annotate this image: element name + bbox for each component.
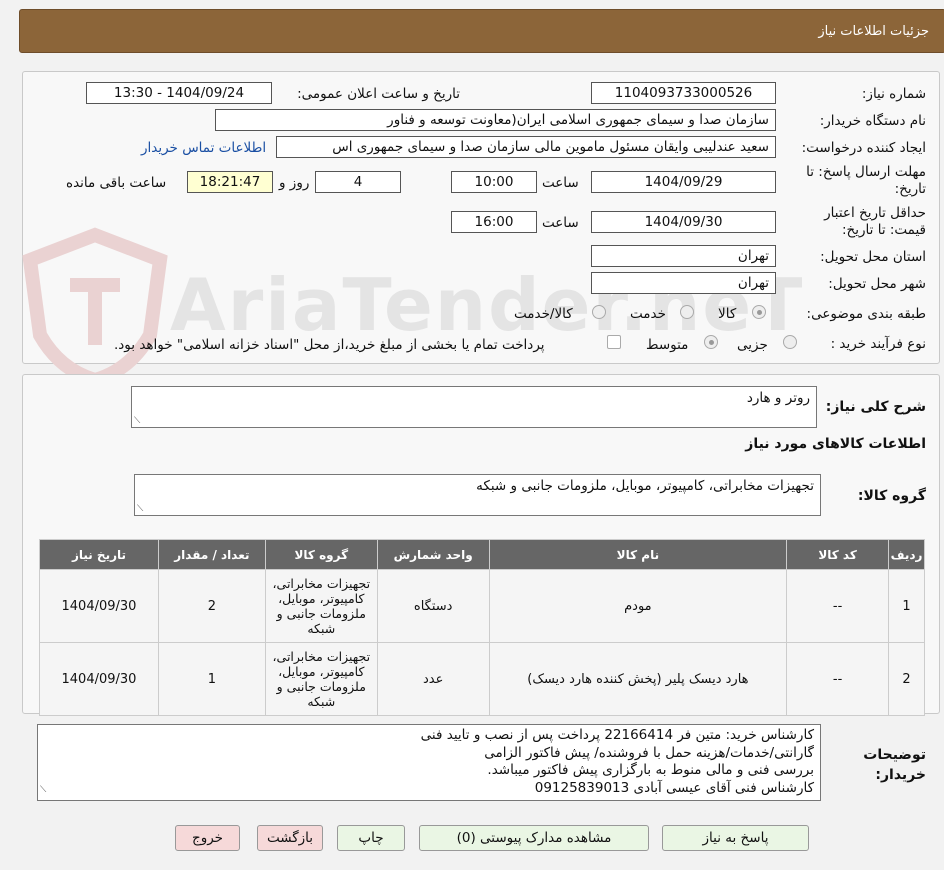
deadline-time-label: ساعت	[542, 175, 579, 191]
table-row[interactable]: 1 -- مودم دستگاه تجهیزات مخابراتی، کامپی…	[39, 569, 925, 643]
treasury-checkbox[interactable]	[607, 335, 621, 349]
notes-line: بررسی فنی و مالی منوط به بارگزاری پیش فا…	[487, 762, 814, 778]
process-medium-radio[interactable]	[704, 335, 718, 349]
buyer-notes-label: توضیحات خریدار:	[846, 745, 926, 785]
cell-row: 2	[888, 642, 925, 716]
back-button[interactable]: بازگشت	[257, 825, 323, 851]
cell-group: تجهیزات مخابراتی، کامپیوتر، موبایل، ملزو…	[264, 569, 378, 643]
col-row: ردیف	[888, 539, 925, 570]
cell-row: 1	[888, 569, 925, 643]
col-date: تاریخ نیاز	[39, 539, 159, 570]
cell-unit: عدد	[376, 642, 490, 716]
validity-date-field: 1404/09/30	[591, 211, 776, 233]
validity-time-field: 16:00	[451, 211, 537, 233]
announce-field: 1404/09/24 - 13:30	[86, 82, 272, 104]
col-code: کد کالا	[786, 539, 890, 570]
col-name: نام کالا	[488, 539, 788, 570]
col-group: گروه کالا	[264, 539, 378, 570]
table-row[interactable]: 2 -- هارد دیسک پلیر (پخش کننده هارد دیسک…	[39, 642, 925, 716]
cell-date: 1404/09/30	[39, 642, 159, 716]
category-both-radio[interactable]	[592, 305, 606, 319]
city-label: شهر محل تحویل:	[828, 276, 926, 292]
deadline-label-text: مهلت ارسال پاسخ: تا تاریخ:	[806, 164, 926, 197]
resize-grip-icon: ⟋	[137, 504, 144, 514]
announce-label: تاریخ و ساعت اعلان عمومی:	[297, 86, 460, 102]
col-qty: تعداد / مقدار	[157, 539, 266, 570]
payment-note: پرداخت تمام یا بخشی از مبلغ خرید،از محل …	[114, 337, 545, 353]
cell-code: --	[786, 642, 890, 716]
category-service-label: خدمت	[630, 306, 666, 322]
table-header-row: ردیف کد کالا نام کالا واحد شمارش گروه کا…	[39, 539, 925, 570]
buyer-org-label: نام دستگاه خریدار:	[819, 113, 926, 129]
need-number-label: شماره نیاز:	[861, 86, 926, 102]
province-field: تهران	[591, 245, 776, 267]
cell-qty: 2	[157, 569, 266, 643]
notes-line: گارانتی/خدمات/هزینه حمل با فروشنده/ پیش …	[484, 744, 814, 761]
province-label: استان محل تحویل:	[820, 249, 926, 265]
days-field: 4	[315, 171, 401, 193]
category-service-radio[interactable]	[680, 305, 694, 319]
validity-time-label: ساعت	[542, 215, 579, 231]
summary-label: شرح کلی نیاز:	[825, 399, 926, 415]
attachments-button[interactable]: مشاهده مدارک پیوستی (0)	[419, 825, 649, 851]
cell-name: هارد دیسک پلیر (پخش کننده هارد دیسک)	[488, 642, 788, 716]
notes-line: کارشناس خرید: متین فر 22166414 پرداخت پس…	[420, 727, 814, 743]
remaining-time-field: 18:21:47	[187, 171, 273, 193]
category-goods-radio[interactable]	[752, 305, 766, 319]
reply-button[interactable]: پاسخ به نیاز	[662, 825, 809, 851]
exit-button[interactable]: خروج	[175, 825, 240, 851]
buyer-notes-textarea[interactable]: کارشناس خرید: متین فر 22166414 پرداخت پس…	[37, 724, 821, 801]
need-number-field: 1104093733000526	[591, 82, 776, 104]
goods-group-textarea[interactable]: تجهیزات مخابراتی، کامپیوتر، موبایل، ملزو…	[134, 474, 821, 516]
page-header: جزئیات اطلاعات نیاز	[19, 9, 944, 53]
process-minor-radio[interactable]	[783, 335, 797, 349]
validity-label-text: حداقل تاریخ اعتبار قیمت: تا تاریخ:	[824, 205, 926, 238]
category-both-label: کالا/خدمت	[514, 306, 573, 322]
deadline-label: مهلت ارسال پاسخ: تا تاریخ:	[791, 164, 926, 198]
category-label: طبقه بندی موضوعی:	[806, 306, 926, 322]
city-field: تهران	[591, 272, 776, 294]
process-minor-label: جزیی	[737, 337, 768, 353]
deadline-time-field: 10:00	[451, 171, 537, 193]
goods-table: ردیف کد کالا نام کالا واحد شمارش گروه کا…	[39, 539, 925, 716]
cell-name: مودم	[488, 569, 788, 643]
goods-info-title: اطلاعات کالاهای مورد نیاز	[745, 436, 926, 452]
resize-grip-icon: ⟋	[40, 784, 47, 795]
cell-qty: 1	[157, 642, 266, 716]
summary-textarea[interactable]: روتر و هارد ⟋	[131, 386, 817, 428]
col-unit: واحد شمارش	[376, 539, 490, 570]
cell-group: تجهیزات مخابراتی، کامپیوتر، موبایل، ملزو…	[264, 642, 378, 716]
goods-group-label: گروه کالا:	[857, 488, 926, 504]
days-label: روز و	[279, 175, 310, 191]
requester-label: ایجاد کننده درخواست:	[801, 140, 926, 156]
process-medium-label: متوسط	[646, 337, 689, 353]
cell-unit: دستگاه	[376, 569, 490, 643]
buyer-org-field: سازمان صدا و سیمای جمهوری اسلامی ایران(م…	[215, 109, 776, 131]
buyer-contact-link[interactable]: اطلاعات تماس خریدار	[141, 140, 266, 156]
notes-line: کارشناس فنی آقای عیسی آبادی 09125839013	[534, 779, 814, 796]
process-label: نوع فرآیند خرید :	[830, 336, 926, 352]
buyer-notes-label-text: توضیحات خریدار:	[863, 747, 926, 783]
page-title: جزئیات اطلاعات نیاز	[818, 24, 929, 39]
resize-grip-icon: ⟋	[134, 416, 141, 426]
remaining-label: ساعت باقی مانده	[66, 175, 167, 191]
category-goods-label: کالا	[718, 306, 737, 322]
validity-label: حداقل تاریخ اعتبار قیمت: تا تاریخ:	[791, 205, 926, 239]
requester-field: سعید عندلیبی وایقان مسئول ماموین مالی سا…	[276, 136, 776, 158]
print-button[interactable]: چاپ	[337, 825, 405, 851]
summary-text: روتر و هارد	[746, 390, 810, 406]
deadline-date-field: 1404/09/29	[591, 171, 776, 193]
cell-date: 1404/09/30	[39, 569, 159, 643]
goods-group-text: تجهیزات مخابراتی، کامپیوتر، موبایل، ملزو…	[476, 478, 814, 494]
cell-code: --	[786, 569, 890, 643]
